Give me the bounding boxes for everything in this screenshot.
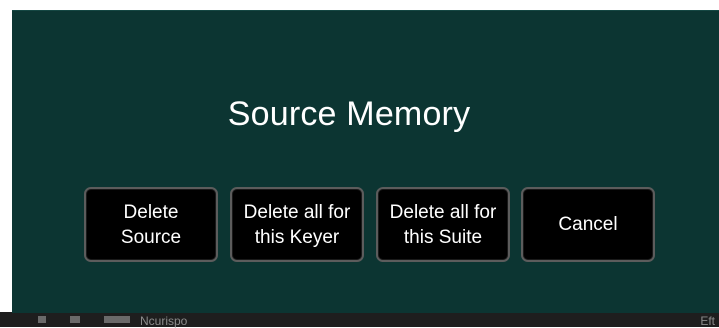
cancel-button[interactable]: Cancel xyxy=(521,187,655,262)
background-partial-label-right: Eft xyxy=(700,314,715,328)
button-label-line: Source xyxy=(120,226,182,248)
button-label-line: this Suite xyxy=(403,226,483,248)
background-fragment xyxy=(38,316,46,323)
delete-source-button[interactable]: Delete Source xyxy=(84,187,218,262)
background-app-strip: Ncurispo Eft xyxy=(0,312,719,328)
source-memory-dialog: Source Memory Delete Source Delete all f… xyxy=(12,10,719,313)
background-fragment xyxy=(70,316,80,323)
dialog-title: Source Memory xyxy=(227,95,471,133)
button-label-line: Delete xyxy=(123,201,179,223)
delete-all-for-suite-button[interactable]: Delete all for this Suite xyxy=(376,187,510,262)
background-fragment xyxy=(104,316,130,323)
background-partial-label: Ncurispo xyxy=(140,314,188,328)
button-label-line: Delete all for xyxy=(243,201,351,223)
button-label-line: Cancel xyxy=(558,214,618,235)
delete-all-for-keyer-button[interactable]: Delete all for this Keyer xyxy=(230,187,364,262)
button-label-line: this Keyer xyxy=(254,226,340,248)
button-label-line: Delete all for xyxy=(389,201,497,223)
